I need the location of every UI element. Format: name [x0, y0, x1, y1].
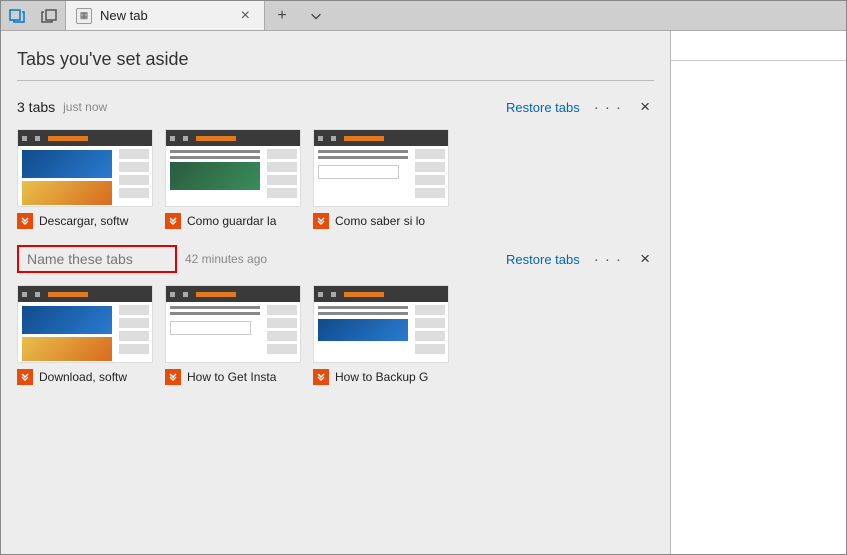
site-badge-icon: [313, 213, 329, 229]
tab-thumbnail[interactable]: How to Backup G: [313, 285, 449, 385]
group-age: just now: [63, 100, 107, 114]
thumbnail-preview: [313, 285, 449, 363]
site-badge-icon: [17, 213, 33, 229]
tab-close-icon[interactable]: ×: [237, 8, 254, 24]
page-title: Tabs you've set aside: [17, 43, 654, 81]
site-badge-icon: [313, 369, 329, 385]
tab-thumbnail[interactable]: How to Get Insta: [165, 285, 301, 385]
site-badge-icon: [165, 213, 181, 229]
titlebar: ▦ New tab × +: [1, 1, 846, 31]
site-badge-icon: [165, 369, 181, 385]
thumbnail-title: How to Get Insta: [187, 370, 301, 384]
set-aside-pane: Tabs you've set aside 3 tabs just now Re…: [1, 31, 671, 554]
tab-menu-chevron-icon[interactable]: [299, 1, 333, 30]
tab-group: 3 tabs just now Restore tabs · · · ×: [17, 81, 654, 229]
address-bar-area[interactable]: [671, 31, 846, 61]
more-icon[interactable]: · · ·: [588, 99, 628, 116]
group-name-input[interactable]: [17, 245, 177, 273]
thumbnail-title: Como guardar la: [187, 214, 301, 228]
close-icon[interactable]: ×: [636, 97, 654, 117]
restore-tabs-link[interactable]: Restore tabs: [506, 100, 580, 115]
tab-label: New tab: [100, 8, 229, 23]
thumbnail-title: How to Backup G: [335, 370, 449, 384]
site-badge-icon: [17, 369, 33, 385]
tab-thumbnail[interactable]: Descargar, softw: [17, 129, 153, 229]
thumbnail-title: Como saber si lo: [335, 214, 449, 228]
tab-favicon: ▦: [76, 8, 92, 24]
browser-tab[interactable]: ▦ New tab ×: [65, 1, 265, 30]
new-tab-button[interactable]: +: [265, 1, 299, 30]
thumbnail-preview: [17, 285, 153, 363]
group-header: 3 tabs just now Restore tabs · · · ×: [17, 97, 654, 117]
thumbnail-preview: [165, 129, 301, 207]
tab-group: 42 minutes ago Restore tabs · · · ×: [17, 229, 654, 385]
tab-thumbnail[interactable]: Como guardar la: [165, 129, 301, 229]
thumbnails-row: Descargar, softw: [17, 129, 654, 229]
set-tabs-aside-icon[interactable]: [33, 1, 65, 30]
tab-thumbnail[interactable]: Download, softw: [17, 285, 153, 385]
content-pane: [671, 31, 846, 554]
close-icon[interactable]: ×: [636, 249, 654, 269]
more-icon[interactable]: · · ·: [588, 251, 628, 268]
tabs-set-aside-icon[interactable]: [1, 1, 33, 30]
restore-tabs-link[interactable]: Restore tabs: [506, 252, 580, 267]
group-count[interactable]: 3 tabs: [17, 99, 55, 115]
thumbnail-preview: [17, 129, 153, 207]
group-age: 42 minutes ago: [185, 252, 267, 266]
thumbnails-row: Download, softw: [17, 285, 654, 385]
thumbnail-title: Download, softw: [39, 370, 153, 384]
thumbnail-preview: [313, 129, 449, 207]
thumbnail-title: Descargar, softw: [39, 214, 153, 228]
tab-thumbnail[interactable]: Como saber si lo: [313, 129, 449, 229]
group-header: 42 minutes ago Restore tabs · · · ×: [17, 245, 654, 273]
thumbnail-preview: [165, 285, 301, 363]
